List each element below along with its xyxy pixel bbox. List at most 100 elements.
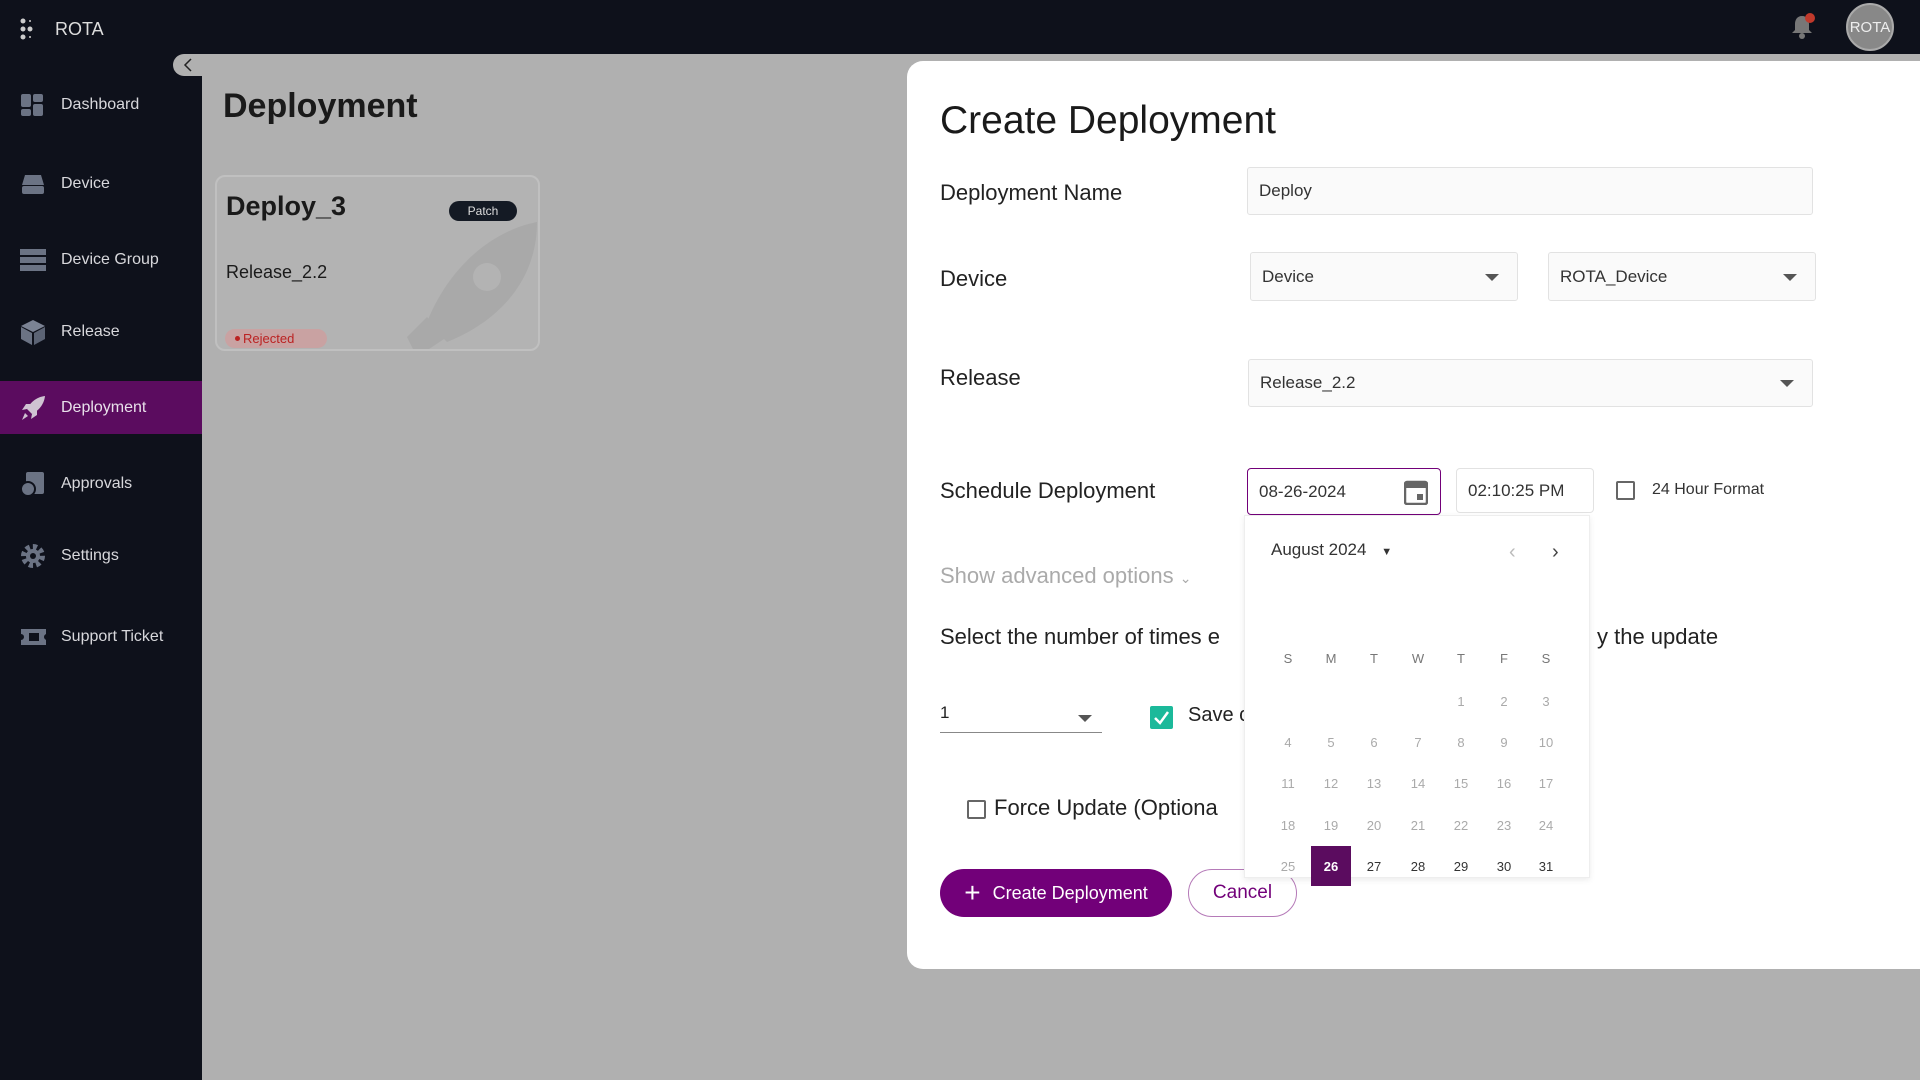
retry-text-end: y the update bbox=[1597, 624, 1719, 649]
chevron-down-icon: ⌄ bbox=[1179, 570, 1192, 586]
24-hour-format-checkbox[interactable] bbox=[1616, 481, 1635, 500]
avatar[interactable]: ROTA bbox=[1846, 3, 1894, 51]
calendar-day[interactable]: 29 bbox=[1441, 846, 1481, 886]
type-badge: Patch bbox=[449, 201, 517, 221]
sidebar-item-device[interactable]: Device bbox=[0, 158, 202, 210]
calendar-day: 11 bbox=[1281, 775, 1295, 791]
calendar-day: 3 bbox=[1542, 693, 1550, 709]
sidebar: Dashboard Device Device Group Release De… bbox=[0, 54, 202, 1080]
save-checkbox[interactable] bbox=[1150, 706, 1173, 729]
advanced-label: Show advanced options bbox=[940, 563, 1174, 588]
sidebar-item-release[interactable]: Release bbox=[0, 306, 202, 358]
calendar-day[interactable]: 31 bbox=[1526, 846, 1566, 886]
collapse-sidebar-button[interactable] bbox=[173, 54, 203, 76]
sidebar-item-label: Deployment bbox=[61, 398, 147, 416]
calendar-day: 5 bbox=[1327, 734, 1335, 750]
calendar-day: 2 bbox=[1500, 693, 1508, 709]
sidebar-item-settings[interactable]: Settings bbox=[0, 530, 202, 582]
calendar-day[interactable]: 28 bbox=[1398, 846, 1438, 886]
device-label: Device bbox=[940, 266, 1008, 291]
weekday-label: M bbox=[1325, 650, 1337, 666]
apps-icon[interactable] bbox=[20, 18, 34, 45]
time-value: 02:10:25 PM bbox=[1468, 480, 1565, 500]
calendar-day: 23 bbox=[1496, 817, 1512, 833]
calendar-day[interactable]: 27 bbox=[1354, 846, 1394, 886]
device-icon bbox=[20, 172, 46, 196]
deployment-card[interactable]: Deploy_3 Patch Release_2.2 Rejected bbox=[215, 175, 540, 351]
force-update-checkbox[interactable] bbox=[967, 800, 986, 819]
calendar-day[interactable]: 30 bbox=[1484, 846, 1524, 886]
calendar-day: 9 bbox=[1500, 734, 1508, 750]
card-title: Deploy_3 bbox=[226, 191, 347, 221]
calendar-day: 18 bbox=[1280, 817, 1296, 833]
calendar-day[interactable]: 26 bbox=[1311, 846, 1351, 886]
calendar-day: 13 bbox=[1366, 775, 1382, 791]
schedule-label: Schedule Deployment bbox=[940, 478, 1156, 503]
date-input[interactable]: 08-26-2024 bbox=[1247, 468, 1441, 515]
plus-icon: + bbox=[964, 877, 981, 908]
sidebar-item-device-group[interactable]: Device Group bbox=[0, 234, 202, 286]
approvals-icon bbox=[20, 472, 46, 497]
release-select[interactable]: Release_2.2 bbox=[1248, 359, 1813, 407]
create-deployment-button[interactable]: + Create Deployment bbox=[940, 869, 1172, 917]
caret-down-icon bbox=[1780, 380, 1794, 387]
calendar-day: 6 bbox=[1370, 734, 1378, 750]
status-text: Rejected bbox=[243, 331, 295, 346]
prev-month-button[interactable]: ‹ bbox=[1509, 541, 1516, 564]
rocket-icon bbox=[20, 395, 46, 420]
release-icon bbox=[20, 320, 46, 345]
caret-down-icon bbox=[1783, 273, 1797, 281]
calendar-day: 17 bbox=[1538, 775, 1554, 791]
calendar-day: 21 bbox=[1410, 817, 1426, 833]
modal-title: Create Deployment bbox=[940, 99, 1276, 142]
retry-text: Select the number of times e bbox=[940, 624, 1221, 649]
calendar-day: 24 bbox=[1538, 817, 1554, 833]
show-advanced-options[interactable]: Show advanced options ⌄ bbox=[940, 563, 1191, 589]
app-name: ROTA bbox=[55, 19, 104, 39]
caret-down-icon bbox=[1078, 714, 1092, 722]
calendar-day: 16 bbox=[1496, 775, 1512, 791]
weekday-label: W bbox=[1411, 650, 1425, 666]
next-month-button[interactable]: › bbox=[1552, 541, 1559, 564]
release-value: Release_2.2 bbox=[1260, 373, 1356, 392]
sidebar-item-support-ticket[interactable]: Support Ticket bbox=[0, 611, 202, 663]
top-bar: ROTA ROTA bbox=[0, 0, 1920, 54]
sidebar-item-deployment[interactable]: Deployment bbox=[0, 381, 202, 434]
sidebar-item-label: Dashboard bbox=[61, 96, 140, 113]
calendar-day: 14 bbox=[1410, 775, 1426, 791]
weekday-label: T bbox=[1370, 650, 1378, 666]
device-type-value: Device bbox=[1262, 266, 1314, 286]
weekday-label: S bbox=[1541, 650, 1551, 666]
sidebar-item-label: Approvals bbox=[61, 475, 133, 492]
sidebar-item-approvals[interactable]: Approvals bbox=[0, 458, 202, 510]
date-picker-popup: August 2024 ▼ ‹ › S M T W T F S 1 2 3 4 5 6 7 8 9 10 11 12… bbox=[1244, 515, 1590, 886]
sidebar-item-label: Support Ticket bbox=[61, 628, 164, 645]
time-input[interactable]: 02:10:25 PM bbox=[1456, 468, 1594, 513]
retry-count-select[interactable]: 1 bbox=[940, 703, 1102, 733]
release-label: Release bbox=[940, 365, 1021, 390]
device-value: ROTA_Device bbox=[1560, 266, 1668, 286]
bell-icon[interactable] bbox=[1788, 13, 1816, 46]
calendar-day: 10 bbox=[1538, 734, 1554, 750]
calendar-day: 25 bbox=[1280, 858, 1296, 874]
page-title: Deployment bbox=[223, 87, 418, 125]
weekday-label: F bbox=[1500, 650, 1508, 666]
device-select[interactable]: ROTA_Device bbox=[1548, 252, 1816, 301]
dashboard-icon bbox=[20, 93, 46, 117]
sidebar-item-label: Device bbox=[61, 175, 110, 192]
create-deployment-modal: Create Deployment Deployment Name Device… bbox=[907, 61, 1920, 969]
sidebar-item-dashboard[interactable]: Dashboard bbox=[0, 79, 202, 131]
month-year-select[interactable]: August 2024 ▼ bbox=[1271, 540, 1392, 560]
calendar-day: 12 bbox=[1323, 775, 1339, 791]
ticket-icon bbox=[20, 625, 46, 649]
device-type-select[interactable]: Device bbox=[1250, 252, 1518, 301]
deployment-name-input[interactable] bbox=[1247, 167, 1813, 215]
device-group-icon bbox=[20, 248, 46, 272]
sidebar-item-label: Device Group bbox=[61, 251, 159, 268]
card-release: Release_2.2 bbox=[226, 262, 328, 282]
force-update-label: Force Update (Optiona bbox=[994, 795, 1218, 820]
calendar-icon[interactable] bbox=[1404, 479, 1428, 505]
caret-down-icon bbox=[1485, 273, 1499, 281]
24-hour-format-label: 24 Hour Format bbox=[1652, 481, 1765, 498]
checkmark-icon bbox=[1154, 711, 1170, 725]
